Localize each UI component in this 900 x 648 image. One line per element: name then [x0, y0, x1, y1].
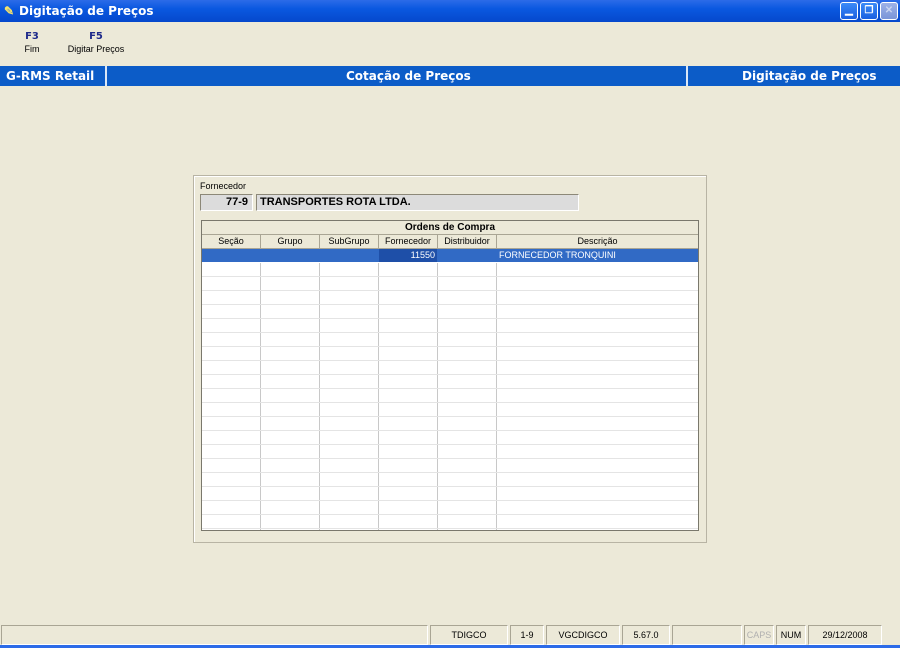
- empty-row: [202, 473, 698, 487]
- empty-row: [202, 403, 698, 417]
- title-bar: ✎ Digitação de Preços ▁ ❐ ✕: [0, 0, 900, 22]
- empty-row: [202, 417, 698, 431]
- f5-key: F5: [89, 31, 103, 42]
- f5-label: Digitar Preços: [67, 44, 125, 54]
- window-title: Digitação de Preços: [19, 4, 154, 18]
- ordens-de-compra-grid[interactable]: Ordens de Compra Seção Grupo SubGrupo Fo…: [201, 220, 699, 531]
- column-header-grupo[interactable]: Grupo: [261, 235, 320, 249]
- column-header-subgrupo[interactable]: SubGrupo: [320, 235, 379, 249]
- cell-secao: [202, 249, 260, 262]
- empty-row: [202, 515, 698, 529]
- cell-descricao: FORNECEDOR TRONQUINI: [499, 250, 616, 260]
- empty-row: [202, 347, 698, 361]
- cell-subgrupo: [320, 249, 378, 262]
- module-bar-divider: [686, 66, 688, 86]
- cell-distribuidor: [438, 249, 496, 262]
- empty-row: [202, 291, 698, 305]
- column-header-distribuidor[interactable]: Distribuidor: [438, 235, 497, 249]
- grid-caption: Ordens de Compra: [202, 221, 698, 235]
- restore-button[interactable]: ❐: [860, 2, 878, 20]
- empty-row: [202, 459, 698, 473]
- module-bar: G-RMS Retail Cotação de Preços Digitação…: [0, 66, 900, 86]
- module-bar-divider: [105, 66, 107, 86]
- screen-name: Digitação de Preços: [742, 69, 877, 83]
- empty-row: [202, 445, 698, 459]
- status-message: [1, 625, 428, 645]
- f5-digitar-precos-button[interactable]: F5 Digitar Preços: [63, 31, 129, 54]
- fornecedor-name-field: TRANSPORTES ROTA LTDA.: [256, 194, 579, 211]
- column-header-fornecedor[interactable]: Fornecedor: [379, 235, 438, 249]
- status-num: NUM: [776, 625, 806, 645]
- status-version: 5.67.0: [622, 625, 670, 645]
- column-header-descricao[interactable]: Descrição: [497, 235, 698, 249]
- empty-row: [202, 389, 698, 403]
- f3-key: F3: [25, 31, 39, 42]
- fornecedor-label: Fornecedor: [200, 181, 247, 191]
- empty-row: [202, 277, 698, 291]
- empty-row: [202, 487, 698, 501]
- status-module: VGCDIGCO: [546, 625, 620, 645]
- empty-row: [202, 431, 698, 445]
- column-header-secao[interactable]: Seção: [202, 235, 261, 249]
- system-name: G-RMS Retail: [6, 69, 95, 83]
- cell-fornecedor: 11550: [379, 249, 437, 262]
- status-caps: CAPS: [744, 625, 774, 645]
- empty-row: [202, 319, 698, 333]
- empty-row: [202, 305, 698, 319]
- table-row[interactable]: 11550 FORNECEDOR TRONQUINI: [202, 249, 698, 263]
- empty-row: [202, 333, 698, 347]
- empty-row: [202, 361, 698, 375]
- f3-label: Fim: [24, 44, 40, 54]
- status-page: 1-9: [510, 625, 544, 645]
- cell-grupo: [261, 249, 319, 262]
- status-program: TDIGCO: [430, 625, 508, 645]
- minimize-button[interactable]: ▁: [840, 2, 858, 20]
- status-date: 29/12/2008: [808, 625, 882, 645]
- f3-fim-button[interactable]: F3 Fim: [18, 31, 46, 54]
- module-name: Cotação de Preços: [346, 69, 471, 83]
- empty-row: [202, 263, 698, 277]
- empty-row: [202, 501, 698, 515]
- fornecedor-code-field[interactable]: 77-9: [200, 194, 253, 211]
- status-empty: [672, 625, 742, 645]
- empty-row: [202, 375, 698, 389]
- app-icon: ✎: [4, 4, 15, 18]
- function-key-bar: F3 Fim F5 Digitar Preços: [0, 22, 900, 66]
- close-button[interactable]: ✕: [880, 2, 898, 20]
